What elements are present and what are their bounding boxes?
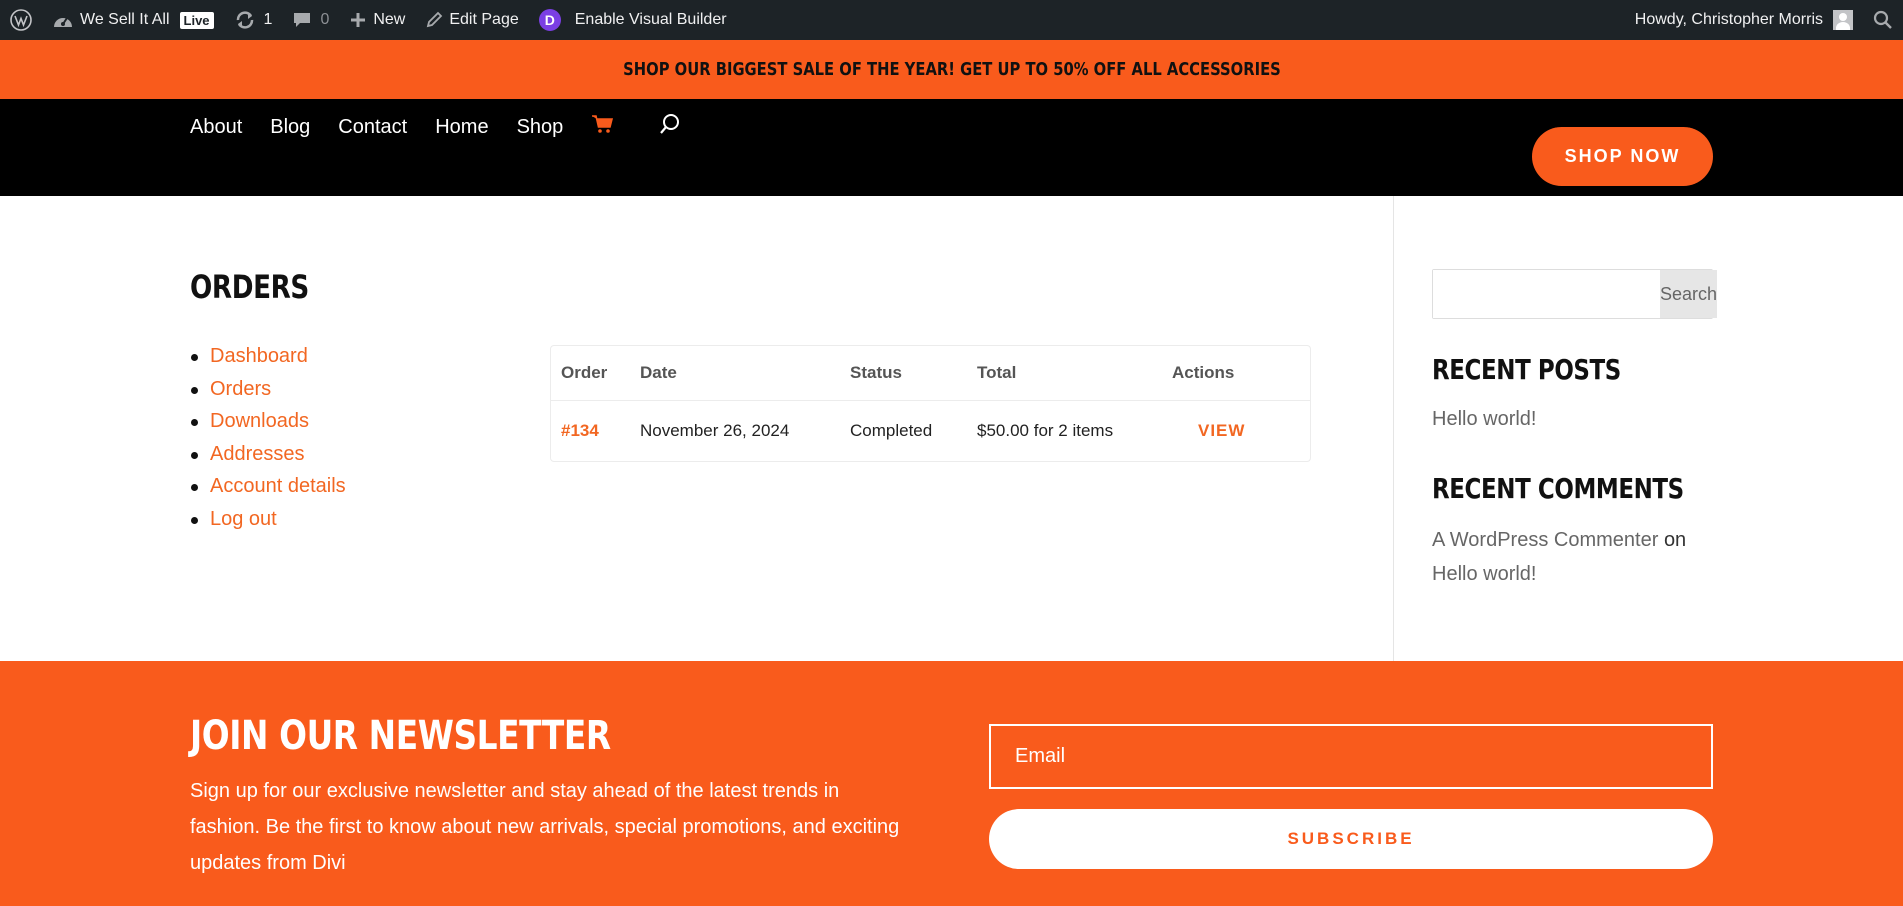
account-nav-item: Addresses [190, 442, 346, 475]
wordpress-logo-icon[interactable] [0, 0, 42, 40]
table-header-row: Order Date Status Total Actions [551, 346, 1310, 401]
account-nav-item: Log out [190, 507, 346, 540]
new-content-menu[interactable]: New [339, 0, 415, 40]
comment-on-text: on [1663, 529, 1687, 551]
admin-bar: We Sell It All Live 1 0 New Edit Page D … [0, 0, 1903, 40]
sidebar-search-form: Search [1432, 269, 1718, 319]
order-date: November 26, 2024 [640, 421, 790, 440]
order-actions-cell: VIEW [1162, 401, 1310, 461]
live-badge: Live [179, 11, 214, 29]
updates-count: 1 [263, 11, 273, 28]
user-avatar [1833, 10, 1853, 30]
sidebar-search-input[interactable] [1433, 270, 1660, 318]
account-nav-item: Orders [190, 377, 346, 410]
promo-text: SHOP OUR BIGGEST SALE OF THE YEAR! GET U… [622, 59, 1281, 80]
table-row: #134 November 26, 2024 Completed $50.00 … [551, 401, 1310, 461]
page-title: ORDERS [190, 268, 309, 306]
site-header: About Blog Contact Home Shop SHOP NOW [0, 99, 1903, 196]
recent-comment: A WordPress Commenter on Hello world! [1432, 523, 1722, 591]
comments-count: 0 [320, 11, 330, 28]
divi-logo-icon: D [538, 9, 561, 31]
cart-icon[interactable] [591, 114, 615, 140]
main-nav: About Blog Contact Home Shop [190, 113, 709, 141]
visual-builder-link[interactable]: D Enable Visual Builder [529, 0, 737, 40]
nav-item-home[interactable]: Home [435, 116, 488, 139]
account-nav-downloads[interactable]: Downloads [210, 410, 309, 432]
site-name-menu[interactable]: We Sell It All Live [42, 0, 224, 40]
promo-banner: SHOP OUR BIGGEST SALE OF THE YEAR! GET U… [0, 40, 1903, 99]
header-search-icon[interactable] [659, 113, 681, 141]
account-nav-dashboard[interactable]: Dashboard [210, 345, 308, 367]
order-total: $50.00 for 2 items [977, 421, 1114, 440]
column-header-actions: Actions [1162, 346, 1310, 401]
refresh-icon [234, 11, 256, 29]
account-nav-log-out[interactable]: Log out [210, 508, 277, 530]
newsletter-title: JOIN OUR NEWSLETTER [190, 713, 611, 759]
pencil-icon [425, 11, 443, 29]
visual-builder-label: Enable Visual Builder [574, 11, 727, 28]
account-navigation: Dashboard Orders Downloads Addresses Acc… [190, 344, 346, 539]
comment-post-link[interactable]: Hello world! [1432, 563, 1536, 585]
account-nav-orders[interactable]: Orders [210, 378, 271, 400]
subscribe-button[interactable]: SUBSCRIBE [989, 809, 1713, 869]
newsletter-section: JOIN OUR NEWSLETTER Sign up for our excl… [0, 661, 1903, 906]
comment-bubble-icon [292, 11, 312, 29]
account-nav-addresses[interactable]: Addresses [210, 443, 305, 465]
recent-comments-title: RECENT COMMENTS [1432, 472, 1684, 505]
account-nav-item: Downloads [190, 409, 346, 442]
sidebar-search-button[interactable]: Search [1660, 270, 1718, 318]
sidebar-divider [1393, 196, 1394, 661]
nav-item-about[interactable]: About [190, 116, 242, 139]
account-nav-account-details[interactable]: Account details [210, 475, 346, 497]
nav-item-blog[interactable]: Blog [270, 116, 310, 139]
nav-item-contact[interactable]: Contact [338, 116, 407, 139]
recent-posts-title: RECENT POSTS [1432, 353, 1621, 386]
recent-post-link[interactable]: Hello world! [1432, 408, 1536, 431]
orders-table: Order Date Status Total Actions #134 Nov… [550, 345, 1311, 462]
user-greeting: Howdy, Christopher Morris [1634, 11, 1823, 28]
main-content: ORDERS Dashboard Orders Downloads Addres… [0, 196, 1903, 661]
order-status: Completed [850, 421, 933, 440]
edit-page-link[interactable]: Edit Page [415, 0, 528, 40]
newsletter-email-input[interactable] [989, 724, 1713, 789]
site-name: We Sell It All [80, 11, 170, 28]
account-nav-item: Account details [190, 474, 346, 507]
newsletter-description: Sign up for our exclusive newsletter and… [190, 780, 900, 874]
dashboard-gauge-icon [52, 11, 74, 29]
column-header-date: Date [630, 346, 840, 401]
plus-icon [349, 11, 367, 29]
updates-menu[interactable]: 1 [224, 0, 283, 40]
nav-item-shop[interactable]: Shop [517, 116, 564, 139]
column-header-order: Order [551, 346, 630, 401]
order-number-link[interactable]: #134 [561, 421, 599, 440]
comments-menu[interactable]: 0 [282, 0, 339, 40]
column-header-total: Total [967, 346, 1162, 401]
order-number-cell: #134 [551, 401, 630, 461]
edit-page-label: Edit Page [449, 11, 519, 28]
shop-now-button[interactable]: SHOP NOW [1532, 127, 1713, 186]
column-header-status: Status [840, 346, 967, 401]
new-label: New [373, 11, 406, 28]
admin-search-icon[interactable] [1863, 0, 1903, 40]
user-account-menu[interactable]: Howdy, Christopher Morris [1625, 0, 1863, 40]
view-order-button[interactable]: VIEW [1172, 421, 1245, 441]
account-nav-item: Dashboard [190, 344, 346, 377]
admin-bar-right: Howdy, Christopher Morris [1625, 0, 1903, 40]
comment-author-link[interactable]: A WordPress Commenter [1432, 529, 1658, 551]
